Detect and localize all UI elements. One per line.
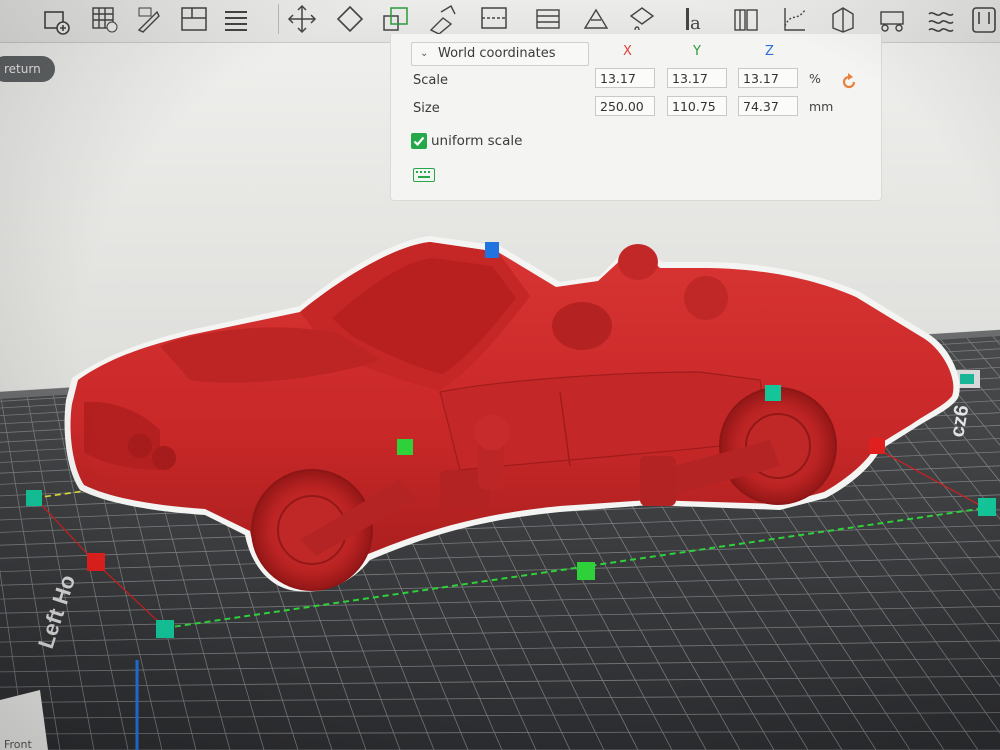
scale-icon[interactable] [378,2,414,36]
size-unit: mm [809,99,834,114]
move-icon[interactable] [284,2,320,36]
layers-list-icon[interactable] [218,2,254,36]
y-scale-handle-bottom[interactable] [577,562,595,580]
cut-icon[interactable] [476,2,512,36]
auto-orient-icon[interactable] [130,2,166,36]
arrange-grid-icon[interactable] [86,2,122,36]
uniform-scale-label: uniform scale [431,133,523,149]
reset-scale-icon[interactable] [839,72,859,92]
view-cube-face-icon [960,374,974,384]
y-scale-handle-top[interactable] [397,439,413,455]
front-view-label: Front [4,738,33,750]
coordinate-mode-label: World coordinates [438,46,556,61]
add-object-icon[interactable] [38,2,74,36]
size-y-input[interactable] [667,96,727,116]
return-button[interactable]: return [0,56,55,82]
text-icon[interactable]: a [680,2,716,36]
z-scale-handle[interactable] [485,242,499,258]
support-paint-icon[interactable] [530,2,566,36]
scale-z-input[interactable] [738,68,798,88]
corner-handle-back-right[interactable] [765,385,781,401]
color-paint-icon[interactable] [624,2,660,36]
place-on-face-icon[interactable] [424,2,460,36]
scale-unit: % [809,71,821,86]
check-icon [413,136,425,147]
scale-panel: ⌄ World coordinates X Y Z Scale % Size m… [390,34,882,201]
svg-text:a: a [690,13,701,34]
corner-handle-front-left[interactable] [156,620,174,638]
axis-header-z: Z [765,44,774,59]
measure-icon[interactable] [776,2,812,36]
size-x-input[interactable] [595,96,655,116]
chevron-down-icon: ⌄ [420,48,429,59]
corner-handle-back-left[interactable] [26,490,42,506]
x-scale-handle-left[interactable] [87,553,105,571]
scale-x-input[interactable] [595,68,655,88]
layout-icon[interactable] [176,2,212,36]
uniform-scale-checkbox[interactable] [411,133,427,149]
variable-height-icon[interactable] [874,2,910,36]
coordinate-mode-dropdown[interactable]: ⌄ World coordinates [411,42,589,66]
scale-label: Scale [413,73,448,88]
size-z-input[interactable] [738,96,798,116]
corner-handle-front-right[interactable] [978,498,996,516]
toolbar-separator [278,4,279,34]
split-icon[interactable] [824,2,860,36]
brim-ears-icon[interactable] [922,2,958,36]
rotate-icon[interactable] [332,2,368,36]
axis-header-y: Y [693,44,701,59]
seam-paint-icon[interactable] [578,2,614,36]
keyboard-shortcuts-icon[interactable] [413,168,435,182]
assembly-icon[interactable] [728,2,764,36]
axis-header-x: X [623,44,632,59]
size-label: Size [413,101,440,116]
x-scale-handle-right[interactable] [869,438,885,454]
scale-y-input[interactable] [667,68,727,88]
extra-tool-icon[interactable] [966,2,1000,36]
